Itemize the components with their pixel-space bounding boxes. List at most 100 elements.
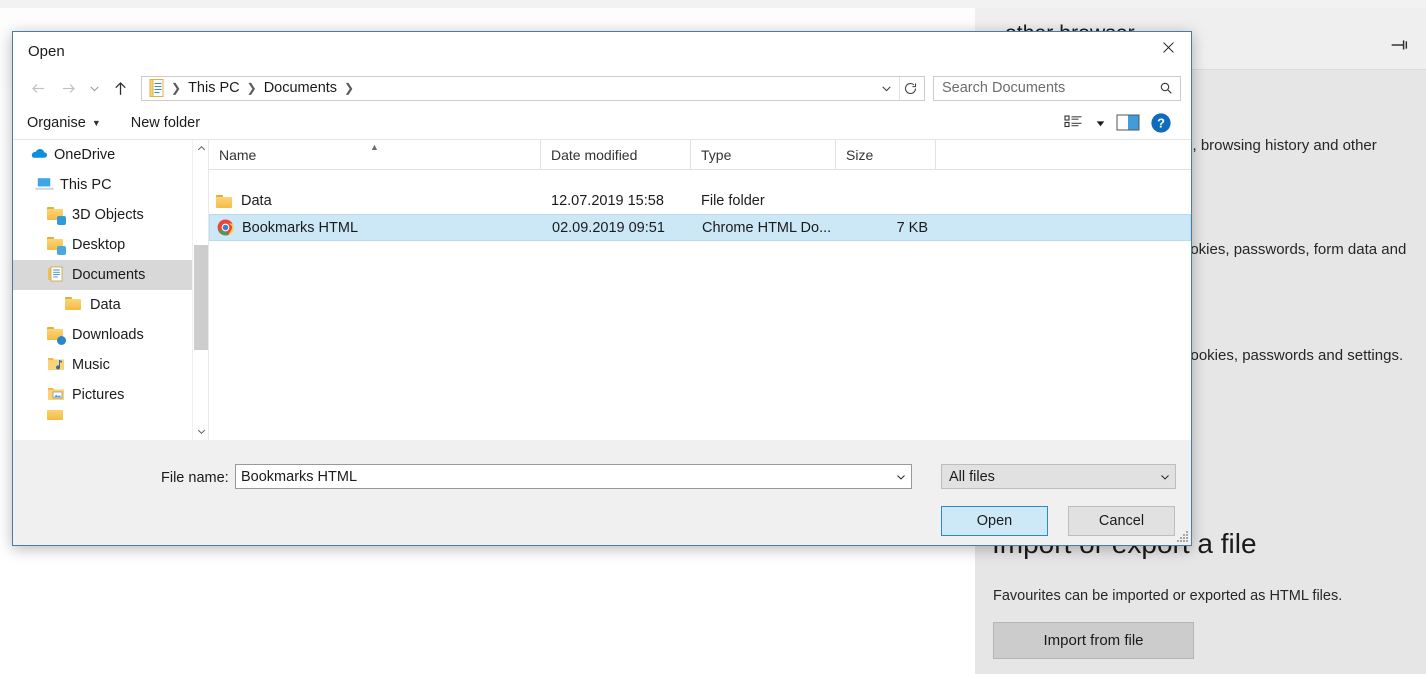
chevron-up-icon[interactable] [193, 140, 209, 157]
sidebar-item-downloads[interactable]: Downloads [13, 320, 208, 350]
file-name-cell: Bookmarks HTML [210, 219, 542, 236]
new-folder-button[interactable]: New folder [131, 115, 200, 131]
sidebar-item-label: Data [90, 297, 121, 313]
dialog-body: OneDrive This PC 3D Objects [13, 140, 1191, 440]
sidebar-item-label: Pictures [72, 387, 124, 403]
flyout-text-line-1: s, browsing history and other [1185, 137, 1377, 154]
file-date-cell: 02.09.2019 09:51 [542, 220, 692, 236]
arrow-left-icon[interactable] [23, 74, 53, 102]
column-header-date-modified[interactable]: Date modified [541, 140, 691, 169]
folder-icon [65, 296, 83, 314]
sidebar-item-label: OneDrive [54, 147, 115, 163]
browser-top-strip [0, 0, 1426, 8]
refresh-icon[interactable] [899, 77, 921, 100]
navigation-tree: OneDrive This PC 3D Objects [13, 140, 209, 440]
cancel-button[interactable]: Cancel [1068, 506, 1175, 536]
documents-folder-icon [47, 266, 65, 284]
search-input[interactable] [940, 79, 1158, 97]
column-header-label: Size [846, 147, 873, 163]
arrow-up-icon[interactable] [105, 74, 135, 102]
file-name-chevron-down-icon[interactable] [891, 465, 911, 488]
folder-icon [216, 194, 233, 208]
chevron-down-icon[interactable] [193, 423, 209, 440]
arrow-right-icon[interactable] [53, 74, 83, 102]
file-name: Data [241, 193, 272, 209]
flyout-text-line-2: ookies, passwords, form data and [1182, 241, 1406, 258]
sidebar-scrollbar[interactable] [192, 140, 208, 440]
breadcrumb-separator: ❯ [342, 81, 356, 95]
recent-locations-chevron-down-icon[interactable] [83, 74, 105, 102]
close-icon[interactable] [1145, 32, 1191, 62]
sidebar-item-this-pc[interactable]: This PC [13, 170, 208, 200]
open-file-dialog: Open [12, 31, 1192, 546]
breadcrumb-this-pc[interactable]: This PC [183, 80, 245, 96]
file-name-input[interactable] [236, 469, 891, 485]
sidebar-item-pictures[interactable]: Pictures [13, 380, 208, 410]
file-date-cell: 12.07.2019 15:58 [541, 193, 691, 209]
file-size-cell: 7 KB [837, 220, 937, 236]
import-from-file-button[interactable]: Import from file [993, 622, 1194, 659]
pin-icon[interactable] [1386, 34, 1412, 56]
onedrive-cloud-icon [29, 146, 47, 164]
view-options-caret-down-icon[interactable] [1089, 109, 1111, 137]
file-type-filter-dropdown[interactable]: All files [941, 464, 1176, 489]
sidebar-item-documents[interactable]: Documents [13, 260, 208, 290]
sidebar-item-music[interactable]: Music [13, 350, 208, 380]
dialog-footer: File name: All files Open Cancel [13, 440, 1191, 545]
filter-chevron-down-icon[interactable] [1155, 465, 1175, 488]
open-button[interactable]: Open [941, 506, 1048, 536]
preview-pane-icon[interactable] [1111, 109, 1145, 137]
dialog-title: Open [28, 43, 65, 60]
sidebar-scrollbar-thumb[interactable] [194, 245, 208, 350]
command-bar: Organise ▼ New folder [13, 106, 1191, 140]
file-name-label: File name: [161, 470, 229, 486]
help-icon[interactable]: ? [1145, 109, 1177, 137]
this-pc-icon [35, 176, 53, 194]
navigation-bar: ❯ This PC ❯ Documents ❯ [13, 70, 1191, 106]
sidebar-item-desktop[interactable]: Desktop [13, 230, 208, 260]
breadcrumb-documents[interactable]: Documents [259, 80, 342, 96]
table-row[interactable]: Data 12.07.2019 15:58 File folder [209, 187, 1191, 214]
flyout-text-line-3: cookies, passwords and settings. [1183, 347, 1403, 364]
breadcrumb-separator: ❯ [245, 81, 259, 95]
search-icon[interactable] [1158, 80, 1174, 96]
sidebar-item-data[interactable]: Data [13, 290, 208, 320]
sidebar-item-onedrive[interactable]: OneDrive [13, 140, 208, 170]
folder-icon [47, 410, 65, 420]
address-dropdown-chevron-down-icon[interactable] [876, 77, 896, 100]
chrome-icon [217, 219, 234, 236]
sort-ascending-icon: ▲ [370, 142, 379, 152]
organise-label: Organise [27, 115, 86, 131]
table-row[interactable]: Bookmarks HTML 02.09.2019 09:51 Chrome H… [209, 214, 1191, 241]
file-list-rows: Data 12.07.2019 15:58 File folder [209, 170, 1191, 241]
file-name-field[interactable] [235, 464, 912, 489]
new-folder-label: New folder [131, 115, 200, 131]
documents-icon [148, 79, 165, 97]
file-name-cell: Data [209, 193, 541, 209]
sidebar-item-label: Desktop [72, 237, 125, 253]
file-name: Bookmarks HTML [242, 220, 358, 236]
address-bar[interactable]: ❯ This PC ❯ Documents ❯ [141, 76, 925, 101]
dialog-title-bar: Open [13, 32, 1191, 70]
file-list: ▲ Name Date modified Type Size [209, 140, 1191, 440]
pictures-folder-icon [47, 386, 65, 404]
desktop-folder-icon [47, 236, 65, 254]
import-export-subtitle: Favourites can be imported or exported a… [993, 588, 1342, 604]
column-header-name[interactable]: ▲ Name [209, 140, 541, 169]
column-header-size[interactable]: Size [836, 140, 936, 169]
sidebar-item-label: This PC [60, 177, 112, 193]
caret-down-icon: ▼ [92, 118, 101, 128]
list-view-icon[interactable] [1059, 109, 1089, 137]
resize-grip-icon[interactable] [1176, 530, 1189, 543]
organise-menu-button[interactable]: Organise ▼ [27, 115, 101, 131]
sidebar-item-3d-objects[interactable]: 3D Objects [13, 200, 208, 230]
sidebar-item-partial[interactable] [13, 410, 208, 420]
breadcrumb-separator: ❯ [169, 81, 183, 95]
search-box[interactable] [933, 76, 1181, 101]
column-header-type[interactable]: Type [691, 140, 836, 169]
column-header-label: Type [701, 147, 731, 163]
file-type-filter-value: All files [942, 469, 1155, 485]
music-folder-icon [47, 356, 65, 374]
sidebar-item-label: 3D Objects [72, 207, 144, 223]
column-header-label: Date modified [551, 147, 637, 163]
